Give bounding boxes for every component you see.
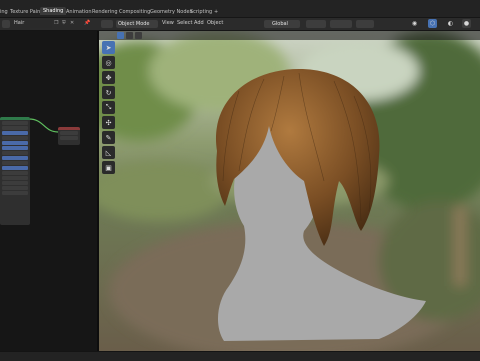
tab-modeling[interactable]: ing [0,9,8,15]
gizmo-toggle-icon[interactable]: ⬡ [428,19,437,28]
pivot-point-dropdown[interactable] [306,20,326,28]
tab-shading[interactable]: Shading [40,7,67,15]
orientation-label: Global [272,21,288,27]
measure-icon[interactable]: ◺ [102,146,115,159]
fake-user-icon[interactable]: ⛨ [62,20,66,26]
material-output-node[interactable] [58,127,80,145]
visibility-icon[interactable]: ◉ [410,19,419,28]
copy-icon[interactable]: ❐ [54,20,58,26]
viewport-render [99,31,480,351]
transform-icon[interactable]: ✣ [102,116,115,129]
node-socket-row[interactable] [2,161,28,165]
node-socket-row[interactable] [2,126,28,130]
transform-orientation-dropdown[interactable]: Global [264,20,300,28]
cursor-select-icon[interactable]: ➤ [102,41,115,54]
add-menu[interactable]: Add [194,20,204,26]
shading-mode-icon[interactable]: ● [462,19,471,28]
view-menu[interactable]: View [162,20,174,26]
object-menu[interactable]: Object [207,20,223,26]
select-extend-icon[interactable] [126,32,133,39]
select-subtract-icon[interactable] [135,32,142,39]
proportional-editing-toggle[interactable] [356,20,374,28]
node-header [0,117,30,120]
node-editor[interactable] [0,31,97,351]
tab-geometry-nodes[interactable]: Geometry Nodes [150,9,192,15]
tab-texture-paint[interactable]: Texture Paint [10,9,42,15]
node-socket-row[interactable] [2,191,28,195]
select-menu[interactable]: Select [177,20,192,26]
annotate-icon[interactable]: ✎ [102,131,115,144]
node-socket-row[interactable] [2,121,28,125]
material-name-field[interactable] [30,20,52,28]
pin-icon[interactable]: 📌 [84,20,90,26]
node-socket-row[interactable] [2,186,28,190]
overlay-toggle-icon[interactable]: ◐ [446,19,455,28]
node-socket-row[interactable] [2,176,28,180]
mode-selector[interactable]: Object Mode [116,20,158,28]
material-sphere-icon[interactable] [2,20,10,28]
node-socket-row[interactable] [60,136,78,140]
node-socket-row[interactable] [2,166,28,170]
node-socket-row[interactable] [2,156,28,160]
editor-header-bar: Hair ❐ ⛨ ✕ 📌 Object Mode View Select Add… [0,18,480,31]
rotate-icon[interactable]: ↻ [102,86,115,99]
material-name[interactable]: Hair [14,20,24,26]
node-socket-row[interactable] [60,131,78,135]
scale-icon[interactable]: ⤡ [102,101,115,114]
unlink-icon[interactable]: ✕ [70,20,74,26]
3d-cursor-icon[interactable]: ◎ [102,56,115,69]
node-header [58,127,80,130]
snapping-toggle[interactable] [330,20,352,28]
tab-animation[interactable]: Animation [66,9,92,15]
principled-hair-bsdf-node[interactable] [0,117,30,225]
node-socket-row[interactable] [2,181,28,185]
node-socket-row[interactable] [2,141,28,145]
node-socket-row[interactable] [2,171,28,175]
tab-compositing[interactable]: Compositing [119,9,150,15]
add-cube-icon[interactable]: ▣ [102,161,115,174]
node-socket-row[interactable] [2,146,28,150]
tab-rendering[interactable]: Rendering [92,9,118,15]
move-icon[interactable]: ✥ [102,71,115,84]
toolbar: ➤ ◎ ✥ ↻ ⤡ ✣ ✎ ◺ ▣ [102,41,115,176]
viewport-tool-header [99,31,480,40]
add-workspace-button[interactable]: + [214,9,218,15]
node-socket-row[interactable] [2,151,28,155]
editor-type-icon[interactable] [101,20,113,28]
select-box-mode-icon[interactable] [117,32,124,39]
3d-viewport[interactable]: ➤ ◎ ✥ ↻ ⤡ ✣ ✎ ◺ ▣ [99,31,480,351]
tab-scripting[interactable]: Scripting [190,9,212,15]
node-socket-row[interactable] [2,131,28,135]
node-socket-row[interactable] [2,136,28,140]
workspace-tab-bar: ing Texture Paint Shading Animation Rend… [0,0,480,18]
mode-label: Object Mode [118,21,150,27]
